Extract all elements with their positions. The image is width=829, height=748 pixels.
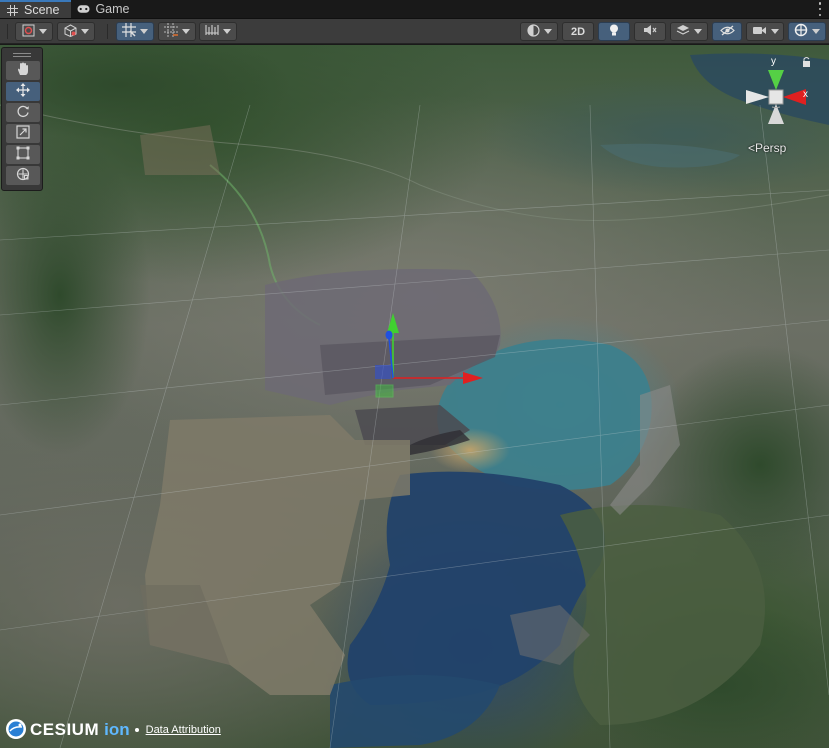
terrain-imagery xyxy=(0,45,829,748)
lightbulb-icon xyxy=(609,24,619,40)
scene-viewport[interactable] xyxy=(0,45,829,748)
tab-game-label: Game xyxy=(95,2,130,16)
move-tool-button[interactable] xyxy=(6,82,40,101)
vertex-snap-dropdown[interactable] xyxy=(199,22,237,41)
gamepad-icon xyxy=(77,4,90,15)
rotate-tool-button[interactable] xyxy=(6,103,40,122)
tab-game[interactable]: Game xyxy=(71,0,141,18)
speaker-mute-icon xyxy=(643,24,657,39)
tab-scene-label: Scene xyxy=(24,3,60,17)
grid-snapping-toggle[interactable] xyxy=(116,22,154,41)
rect-transform-icon xyxy=(16,146,30,163)
toggle-2d-button[interactable]: 2D xyxy=(562,22,594,41)
gizmos-dropdown[interactable] xyxy=(788,22,826,41)
layers-icon xyxy=(676,24,690,39)
transform-all-icon xyxy=(16,167,30,184)
snap-increment-icon xyxy=(164,23,178,40)
cube-icon xyxy=(64,23,77,40)
audio-toggle[interactable] xyxy=(634,22,666,41)
move-arrows-icon xyxy=(16,83,30,100)
ion-brand-text: ion xyxy=(104,720,130,739)
gizmo-cube xyxy=(768,89,784,105)
separator-dot xyxy=(134,728,139,732)
tab-scene[interactable]: Scene xyxy=(0,0,72,18)
draw-mode-dropdown[interactable] xyxy=(15,22,53,41)
scale-icon xyxy=(16,125,30,142)
transform-tool-button[interactable] xyxy=(6,166,40,185)
camera-icon xyxy=(752,25,767,39)
gizmo-globe-icon xyxy=(794,23,808,40)
render-mode-dropdown[interactable] xyxy=(57,22,95,41)
gizmo-y-label: y xyxy=(771,56,776,67)
shading-sphere-icon xyxy=(526,23,540,40)
palette-grip[interactable] xyxy=(5,51,39,59)
cesium-attribution: CESIUM ion Data Attribution xyxy=(5,718,221,742)
shading-mode-dropdown[interactable] xyxy=(520,22,558,41)
toolbar-divider xyxy=(107,24,108,39)
orientation-gizmo[interactable]: y x xyxy=(740,56,820,131)
lock-icon[interactable] xyxy=(803,61,810,67)
toggle-2d-label: 2D xyxy=(570,25,586,38)
cesium-logo-icon xyxy=(5,718,27,743)
hand-icon xyxy=(16,62,30,79)
cesium-brand-text: CESIUM xyxy=(30,720,100,739)
scene-lighting-toggle[interactable] xyxy=(598,22,630,41)
more-options-icon[interactable] xyxy=(817,2,823,16)
tab-bar: Scene Game xyxy=(0,0,829,19)
gizmo-neg-x-cone[interactable] xyxy=(746,90,769,104)
tool-palette xyxy=(1,47,43,191)
rotate-icon xyxy=(16,104,30,121)
rect-tool-button[interactable] xyxy=(6,145,40,164)
toolbar-grip xyxy=(7,24,8,39)
effects-dropdown[interactable] xyxy=(670,22,708,41)
scale-tool-button[interactable] xyxy=(6,124,40,143)
grid-snap-icon xyxy=(122,23,136,40)
scene-toolbar: 2D xyxy=(0,19,829,44)
increment-snap-dropdown[interactable] xyxy=(158,22,196,41)
hand-tool-button[interactable] xyxy=(6,61,40,80)
grid-icon xyxy=(6,4,19,16)
scene-camera-dropdown[interactable] xyxy=(746,22,784,41)
data-attribution-link[interactable]: Data Attribution xyxy=(146,724,221,736)
gizmo-x-label: x xyxy=(803,89,808,100)
draw-mode-icon xyxy=(22,24,35,40)
hidden-objects-toggle[interactable] xyxy=(712,22,742,41)
projection-toggle-label[interactable]: <Persp xyxy=(748,141,786,155)
gizmo-y-cone[interactable] xyxy=(768,70,784,90)
eye-slash-icon xyxy=(719,24,735,39)
ruler-icon xyxy=(205,24,219,39)
